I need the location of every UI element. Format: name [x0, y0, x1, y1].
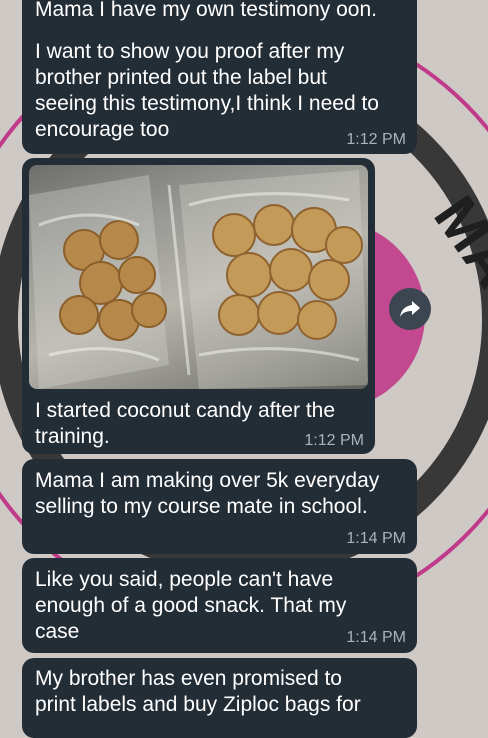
message-line: My brother has even promised to	[35, 667, 342, 690]
message-bubble-3[interactable]: Mama I am making over 5k everyday sellin…	[22, 459, 417, 554]
message-bubble-4[interactable]: Like you said, people can't have enough …	[22, 558, 417, 653]
message-line: Like you said, people can't have	[35, 568, 334, 591]
forward-arrow-icon	[400, 301, 420, 317]
message-time: 1:14 PM	[346, 629, 406, 646]
message-line: print labels and buy Ziploc bags for	[35, 693, 361, 716]
photo-coconut-candy-bags[interactable]	[29, 165, 368, 389]
message-time: 1:12 PM	[304, 432, 364, 449]
message-line: brother printed out the label but	[35, 66, 327, 89]
forward-button[interactable]	[389, 288, 431, 330]
candy-photo-drawing	[29, 170, 368, 389]
watermark-text: MA	[421, 184, 488, 299]
message-bubble-1[interactable]: Mama I have my own testimony oon. I want…	[22, 0, 417, 154]
message-bubble-2[interactable]: I started coconut candy after the traini…	[22, 158, 375, 454]
message-time: 1:14 PM	[346, 530, 406, 547]
caption-line: I started coconut candy after the	[35, 399, 336, 422]
message-time: 1:12 PM	[346, 131, 406, 148]
message-line: I want to show you proof after my	[35, 40, 345, 63]
message-line: selling to my course mate in school.	[35, 495, 368, 518]
message-line: seeing this testimony,I think I need to	[35, 92, 379, 115]
message-line: Mama I have my own testimony oon.	[35, 0, 377, 21]
message-bubble-5[interactable]: My brother has even promised to print la…	[22, 658, 417, 738]
message-line	[35, 23, 415, 39]
message-line: Mama I am making over 5k everyday	[35, 469, 380, 492]
message-line: enough of a good snack. That my	[35, 594, 347, 617]
